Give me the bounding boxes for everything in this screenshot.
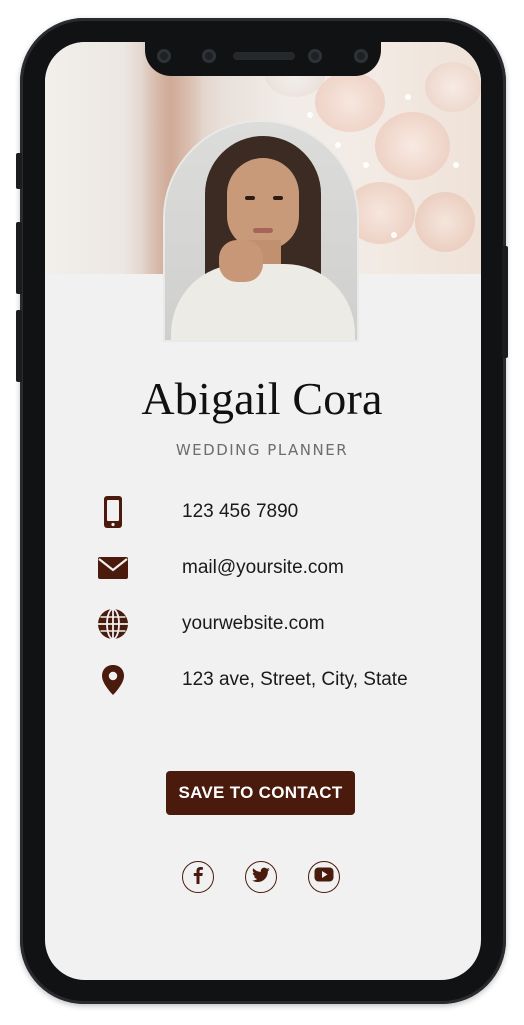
contact-website[interactable]: yourwebsite.com [96, 606, 436, 642]
phone-volume-up-button [16, 222, 22, 294]
camera-icon [157, 49, 171, 63]
profile-name: Abigail Cora [141, 373, 383, 424]
phone-mute-switch [16, 153, 22, 189]
facebook-icon [190, 866, 206, 889]
contact-email[interactable]: mail@yoursite.com [96, 550, 436, 586]
earpiece-speaker [233, 52, 295, 60]
phone-notch [145, 42, 381, 76]
sensor-icon [308, 49, 322, 63]
mail-icon [96, 551, 130, 585]
youtube-link[interactable] [308, 861, 340, 893]
profile-photo [163, 120, 359, 342]
phone-icon [96, 495, 130, 529]
phone-power-button [502, 246, 508, 358]
twitter-link[interactable] [245, 861, 277, 893]
contact-website-text: yourwebsite.com [182, 613, 325, 634]
camera-icon [354, 49, 368, 63]
sensor-icon [202, 49, 216, 63]
save-to-contact-button[interactable]: SAVE TO CONTACT [166, 771, 355, 815]
contact-address-text: 123 ave, Street, City, State [182, 669, 408, 690]
contact-email-text: mail@yoursite.com [182, 557, 344, 578]
contact-phone[interactable]: 123 456 7890 [96, 494, 436, 530]
youtube-icon [314, 867, 334, 887]
contact-address[interactable]: 123 ave, Street, City, State [96, 662, 436, 698]
profile-title: WEDDING PLANNER [175, 441, 349, 459]
twitter-icon [252, 867, 270, 888]
contact-phone-text: 123 456 7890 [182, 501, 299, 522]
location-pin-icon [96, 663, 130, 697]
facebook-link[interactable] [182, 861, 214, 893]
globe-icon [96, 607, 130, 641]
